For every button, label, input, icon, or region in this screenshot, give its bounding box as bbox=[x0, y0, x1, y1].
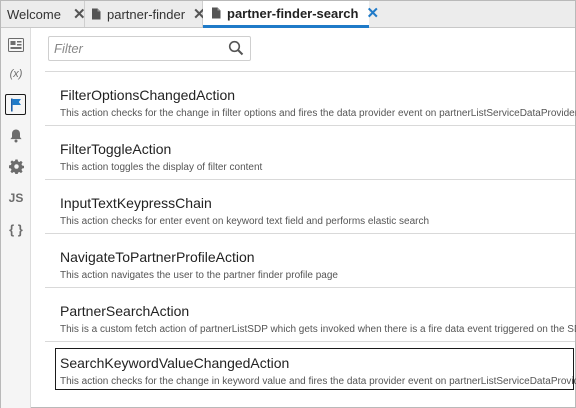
events-bell-icon[interactable] bbox=[6, 125, 26, 145]
editor-tab-bar: Welcome ✕ partner-finder ✕ partner-finde… bbox=[1, 1, 575, 28]
tab-partner-finder-search[interactable]: partner-finder-search ✕ bbox=[203, 1, 379, 28]
action-description: This is a custom fetch action of partner… bbox=[60, 324, 576, 335]
list-item[interactable]: NavigateToPartnerProfileAction This acti… bbox=[45, 234, 575, 288]
file-icon bbox=[211, 7, 221, 19]
tab-label: partner-finder bbox=[107, 6, 186, 22]
list-item[interactable]: FilterOptionsChangedAction This action c… bbox=[45, 72, 576, 126]
tab-welcome[interactable]: Welcome ✕ bbox=[1, 1, 86, 27]
variables-icon[interactable]: (x) bbox=[6, 64, 26, 84]
filter-input[interactable] bbox=[49, 37, 224, 60]
action-title: PartnerSearchAction bbox=[60, 303, 190, 319]
action-title: SearchKeywordValueChangedAction bbox=[60, 355, 290, 371]
settings-gear-icon[interactable] bbox=[6, 156, 26, 176]
javascript-glyph: JS bbox=[8, 191, 24, 205]
action-description: This action navigates the user to the pa… bbox=[60, 270, 338, 281]
tab-partner-finder[interactable]: partner-finder ✕ bbox=[85, 1, 206, 27]
action-description: This action checks for the change in fil… bbox=[60, 108, 576, 119]
variables-glyph: (x) bbox=[9, 68, 23, 80]
list-item-selected[interactable]: SearchKeywordValueChangedAction This act… bbox=[55, 348, 576, 390]
close-icon[interactable]: ✕ bbox=[366, 6, 379, 21]
components-icon[interactable] bbox=[6, 35, 26, 55]
action-list: FilterOptionsChangedAction This action c… bbox=[45, 71, 576, 390]
search-icon[interactable] bbox=[228, 40, 244, 56]
filter-box bbox=[48, 36, 251, 61]
tab-label: Welcome bbox=[7, 6, 61, 22]
action-title: NavigateToPartnerProfileAction bbox=[60, 249, 255, 265]
tab-label: partner-finder-search bbox=[227, 5, 359, 21]
action-title: FilterOptionsChangedAction bbox=[60, 87, 236, 103]
close-icon[interactable]: ✕ bbox=[73, 7, 86, 22]
action-description: This action checks for the change in key… bbox=[60, 376, 576, 387]
javascript-icon[interactable]: JS bbox=[6, 188, 26, 208]
list-item[interactable]: PartnerSearchAction This is a custom fet… bbox=[45, 288, 576, 342]
json-glyph: { } bbox=[9, 221, 23, 237]
action-title: InputTextKeypressChain bbox=[60, 195, 212, 211]
json-braces-icon[interactable]: { } bbox=[6, 219, 26, 239]
action-description: This action checks for enter event on ke… bbox=[60, 216, 430, 227]
action-title: FilterToggleAction bbox=[60, 141, 172, 157]
action-description: This action toggles the display of filte… bbox=[60, 162, 263, 173]
actions-flag-icon[interactable] bbox=[5, 94, 26, 115]
file-icon bbox=[91, 8, 101, 20]
list-item[interactable]: FilterToggleAction This action toggles t… bbox=[45, 126, 575, 180]
designer-sidebar: (x) JS { } bbox=[1, 28, 31, 408]
actions-panel: FilterOptionsChangedAction This action c… bbox=[45, 28, 576, 408]
list-item[interactable]: InputTextKeypressChain This action check… bbox=[45, 180, 575, 234]
